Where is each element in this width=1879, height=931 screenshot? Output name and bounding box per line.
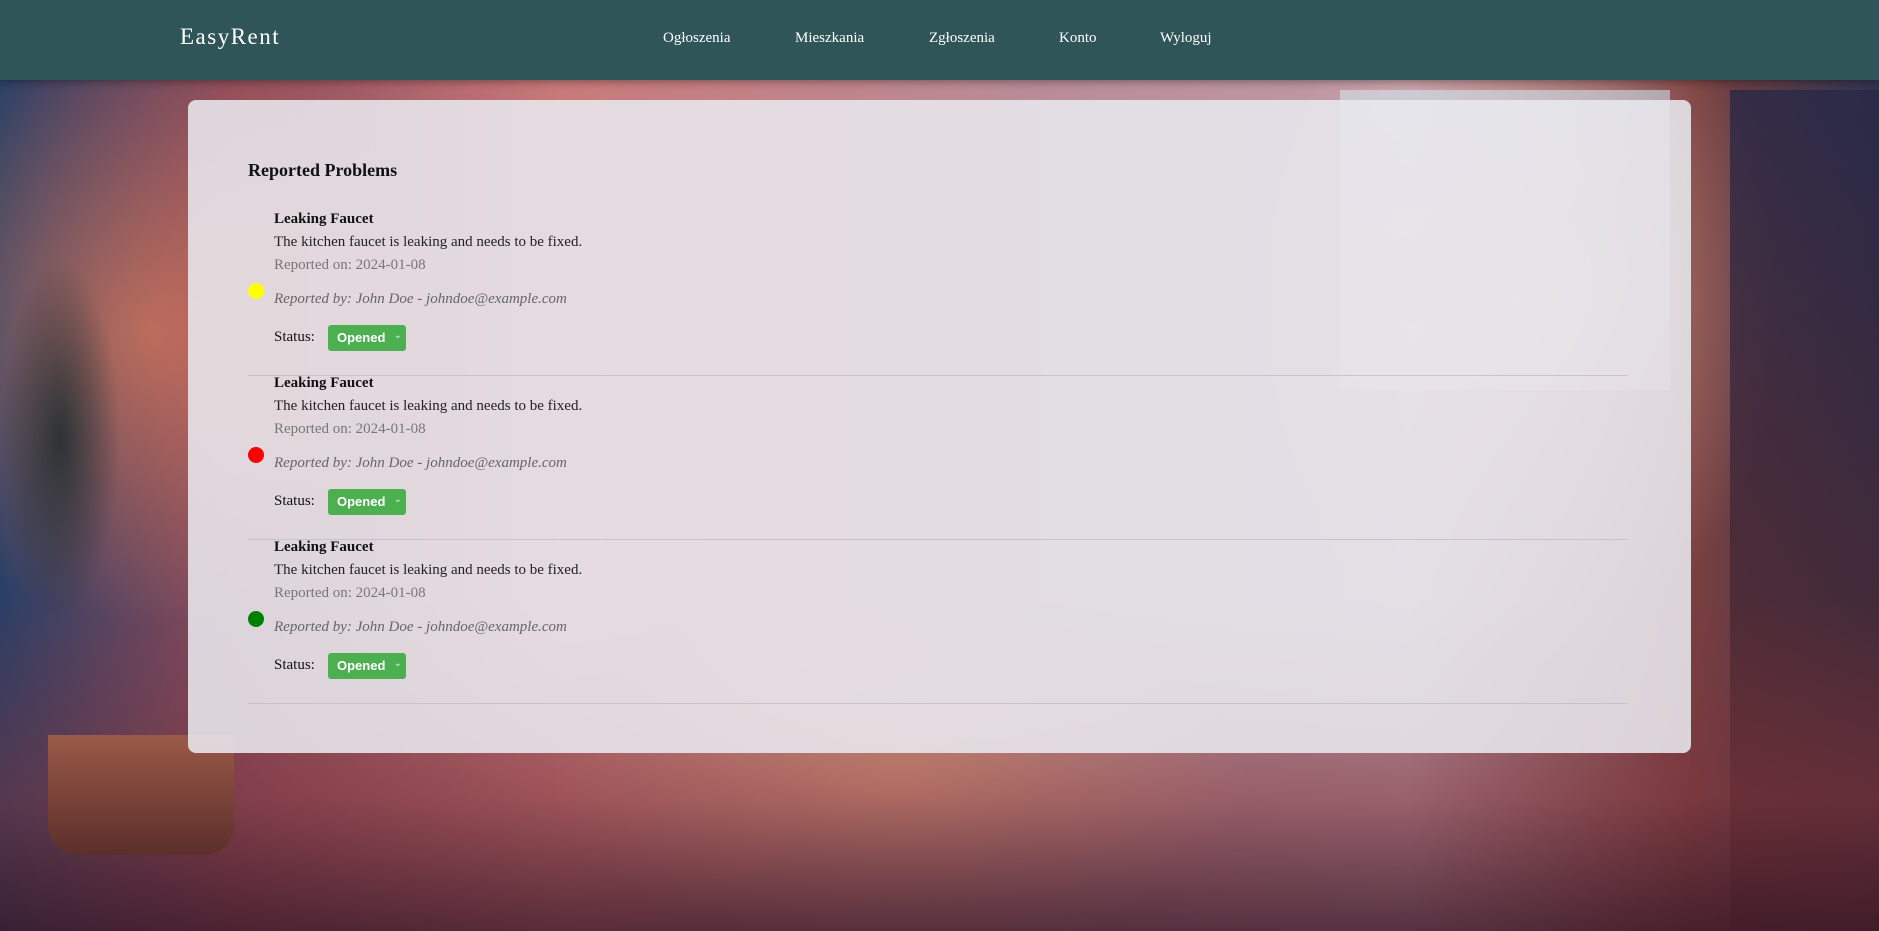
problem-title: Leaking Faucet — [274, 539, 374, 555]
status-select-value: Opened — [337, 658, 386, 673]
problem-title: Leaking Faucet — [274, 211, 374, 227]
nav-link-konto[interactable]: Konto — [1059, 30, 1097, 47]
problem-reporter: Reported by: John Doe - johndoe@example.… — [274, 291, 567, 307]
nav-link-ogloszenia[interactable]: Ogłoszenia — [663, 30, 730, 47]
problem-item: Leaking Faucet The kitchen faucet is lea… — [248, 539, 1628, 704]
chevron-down-icon: ⌄ — [393, 330, 402, 341]
problem-item: Leaking Faucet The kitchen faucet is lea… — [248, 211, 1628, 376]
problem-reported-date: Reported on: 2024-01-08 — [274, 421, 426, 437]
priority-indicator — [248, 447, 264, 463]
nav-link-mieszkania[interactable]: Mieszkania — [795, 30, 864, 47]
status-label: Status: — [274, 493, 315, 509]
problem-description: The kitchen faucet is leaking and needs … — [274, 234, 583, 250]
brand-logo[interactable]: EasyRent — [180, 24, 280, 50]
priority-indicator — [248, 611, 264, 627]
status-label: Status: — [274, 657, 315, 673]
background-plant-pot — [48, 735, 234, 855]
navbar: EasyRent Ogłoszenia Mieszkania Zgłoszeni… — [0, 0, 1879, 80]
status-select[interactable]: Opened ⌄ — [328, 653, 406, 679]
chevron-down-icon: ⌄ — [393, 658, 402, 669]
status-select[interactable]: Opened ⌄ — [328, 489, 406, 515]
status-label: Status: — [274, 329, 315, 345]
priority-indicator — [248, 283, 264, 299]
panel-title: Reported Problems — [248, 160, 398, 180]
problem-description: The kitchen faucet is leaking and needs … — [274, 562, 583, 578]
status-select[interactable]: Opened ⌄ — [328, 325, 406, 351]
problem-reporter: Reported by: John Doe - johndoe@example.… — [274, 619, 567, 635]
problem-item: Leaking Faucet The kitchen faucet is lea… — [248, 375, 1628, 540]
status-select-value: Opened — [337, 330, 386, 345]
reported-problems-panel: Reported Problems Leaking Faucet The kit… — [188, 100, 1691, 753]
problem-description: The kitchen faucet is leaking and needs … — [274, 398, 583, 414]
chevron-down-icon: ⌄ — [393, 494, 402, 505]
status-select-value: Opened — [337, 494, 386, 509]
problem-reporter: Reported by: John Doe - johndoe@example.… — [274, 455, 567, 471]
nav-link-wyloguj[interactable]: Wyloguj — [1160, 30, 1212, 47]
nav-link-zgloszenia[interactable]: Zgłoszenia — [929, 30, 995, 47]
problem-title: Leaking Faucet — [274, 375, 374, 391]
problem-reported-date: Reported on: 2024-01-08 — [274, 585, 426, 601]
problem-reported-date: Reported on: 2024-01-08 — [274, 257, 426, 273]
